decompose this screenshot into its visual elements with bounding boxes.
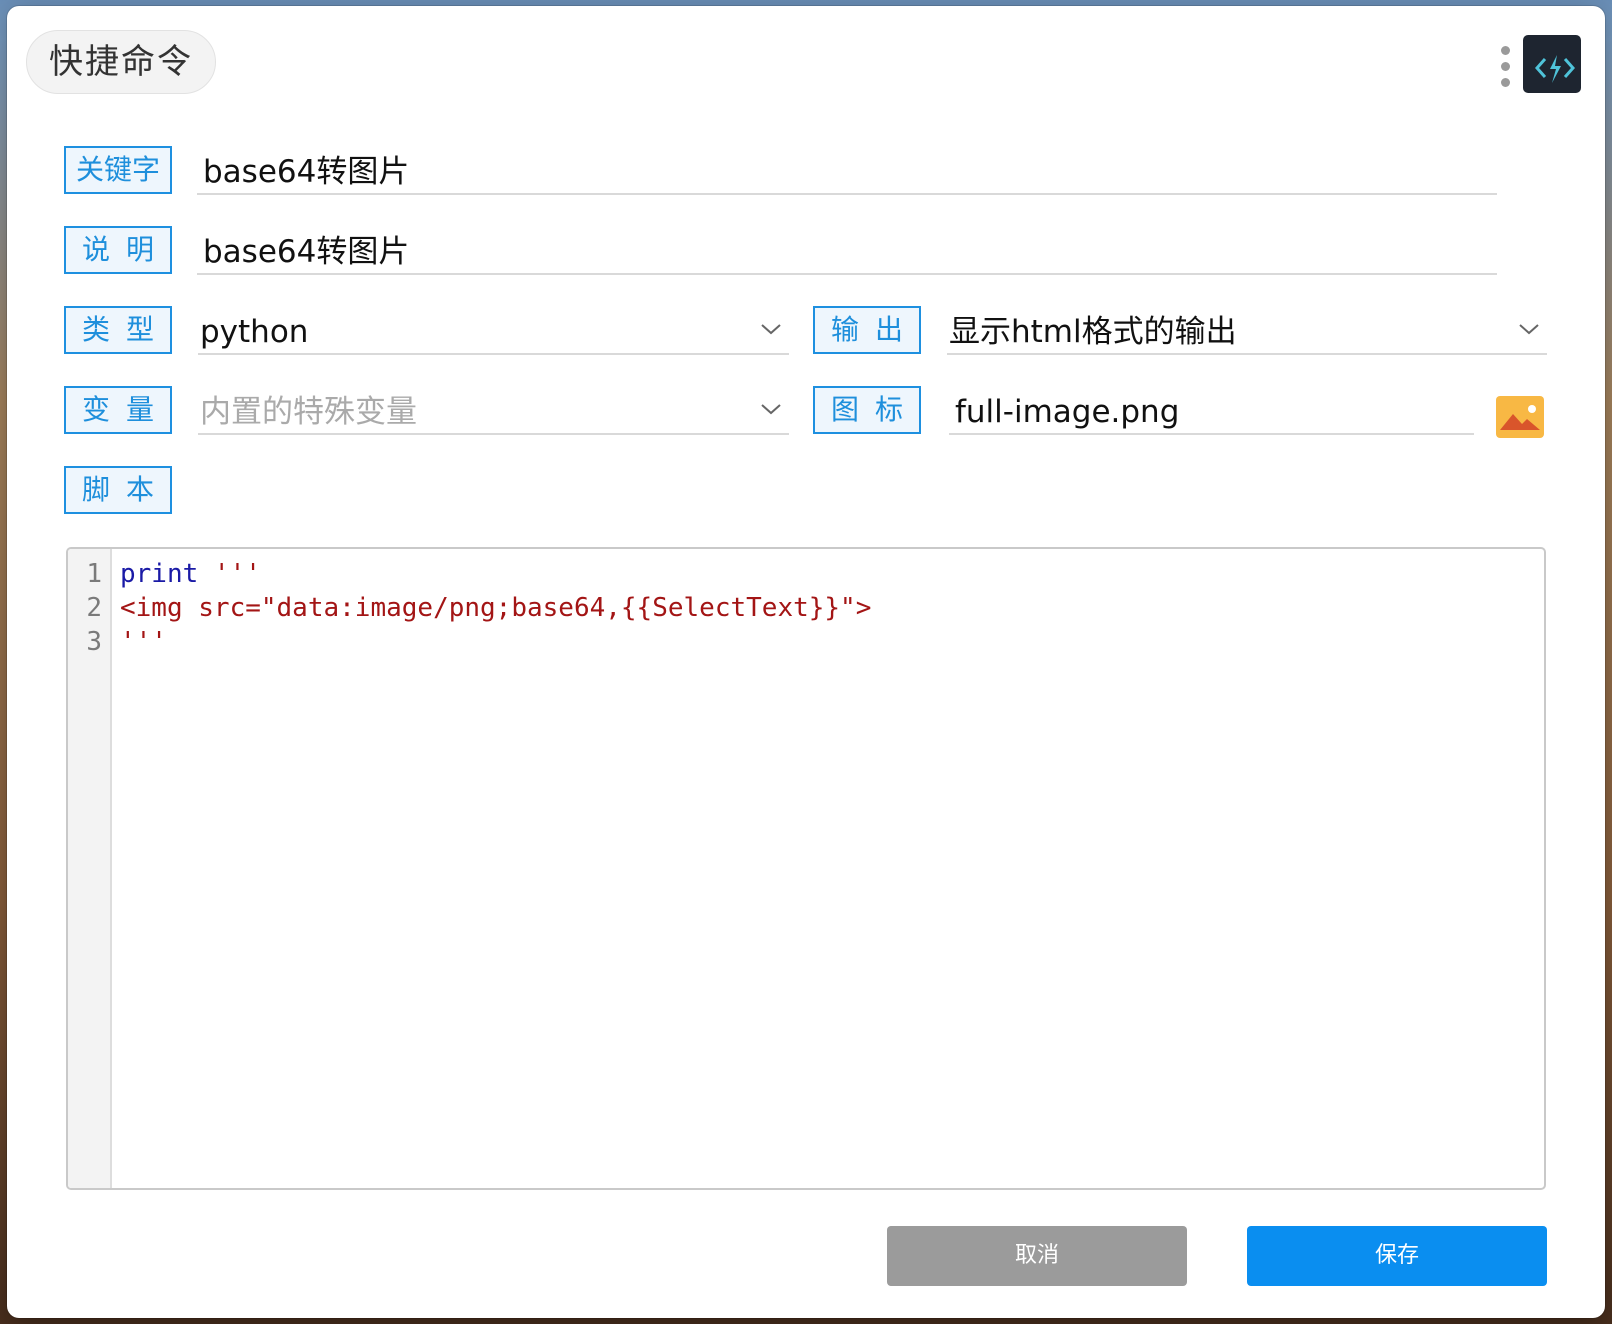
code-string: ''' xyxy=(198,559,261,589)
more-vertical-icon[interactable] xyxy=(1499,46,1511,92)
keyword-label-text: 关键字 xyxy=(75,153,160,186)
code-keyword: print xyxy=(120,559,199,589)
code-line-1: print ''' xyxy=(120,557,871,591)
keyword-label: 关键字 xyxy=(64,146,172,194)
output-label-char-1: 输 xyxy=(830,313,859,346)
code-content[interactable]: print ''' <img src="data:image/png;base6… xyxy=(120,557,871,659)
script-label: 脚 本 xyxy=(64,466,172,514)
variable-select[interactable]: 内置的特殊变量 xyxy=(198,389,789,435)
variable-select-placeholder: 内置的特殊变量 xyxy=(200,394,417,430)
save-button[interactable]: 保存 xyxy=(1247,1226,1547,1286)
window-title: 快捷命令 xyxy=(26,30,216,94)
script-label-char-1: 脚 xyxy=(81,473,110,506)
script-editor[interactable]: 1 2 3 print ''' <img src="data:image/png… xyxy=(66,547,1546,1190)
type-label: 类 型 xyxy=(64,306,172,354)
description-label: 说 明 xyxy=(64,226,172,274)
variable-label-char-1: 变 xyxy=(81,393,110,426)
type-select[interactable]: python xyxy=(198,309,789,355)
description-input[interactable]: base64转图片 xyxy=(197,229,1497,275)
chevron-down-icon xyxy=(761,324,781,335)
quick-command-window: 快捷命令 关键字 base64转图片 说 明 base64转图片 类 型 pyt… xyxy=(7,6,1605,1318)
description-label-char-1: 说 xyxy=(81,233,110,266)
code-line-3: ''' xyxy=(120,627,167,657)
output-label: 输 出 xyxy=(813,306,921,354)
chevron-down-icon xyxy=(761,404,781,415)
icon-label-char-1: 图 xyxy=(830,393,859,426)
line-number-gutter: 1 2 3 xyxy=(68,549,112,1188)
cancel-button[interactable]: 取消 xyxy=(887,1226,1187,1286)
output-select[interactable]: 显示html格式的输出 xyxy=(947,309,1547,355)
image-icon[interactable] xyxy=(1496,396,1544,438)
keyword-input[interactable]: base64转图片 xyxy=(197,149,1497,195)
line-number: 3 xyxy=(86,627,102,657)
type-label-char-2: 型 xyxy=(125,313,154,346)
description-label-char-2: 明 xyxy=(125,233,154,266)
output-label-char-2: 出 xyxy=(874,313,903,346)
variable-label-char-2: 量 xyxy=(125,393,154,426)
output-select-value: 显示html格式的输出 xyxy=(949,314,1237,350)
icon-input[interactable]: full-image.png xyxy=(949,389,1474,435)
line-number: 2 xyxy=(86,593,102,623)
line-number: 1 xyxy=(86,559,102,589)
type-select-value: python xyxy=(200,314,309,350)
script-label-char-2: 本 xyxy=(125,473,154,506)
variable-label: 变 量 xyxy=(64,386,172,434)
icon-label-char-2: 标 xyxy=(874,393,903,426)
icon-label: 图 标 xyxy=(813,386,921,434)
chevron-down-icon xyxy=(1519,324,1539,335)
code-line-2: <img src="data:image/png;base64,{{Select… xyxy=(120,593,872,623)
type-label-char-1: 类 xyxy=(81,313,110,346)
code-bolt-icon xyxy=(1523,35,1581,93)
